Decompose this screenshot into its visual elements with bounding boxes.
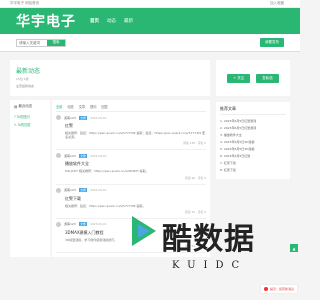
post-date: 2023-04-01	[90, 222, 107, 227]
watermark-sub: KUIDC	[172, 260, 248, 271]
article-link[interactable]: 4. 2023年6月5日3D建模	[220, 140, 286, 144]
question-icon: ?	[14, 115, 16, 119]
feed-post: 游客123 文章 2023-04-01 红警 相关推荐：链接：https://p…	[56, 112, 206, 151]
profile-title: 最新动态	[16, 68, 41, 75]
tab-answers[interactable]: 回答	[102, 104, 108, 109]
article-link[interactable]: 3. 播放软件大全	[220, 133, 286, 137]
post-title[interactable]: 播放软件大全	[65, 161, 206, 167]
nav-home[interactable]: 首页	[90, 18, 99, 24]
post-date: 2023-04-01	[90, 188, 107, 193]
post-date: 2023-04-01	[90, 115, 107, 120]
post-author[interactable]: 游客123	[64, 154, 76, 158]
post-author[interactable]: 游客123	[64, 222, 76, 226]
list-icon: ▤	[14, 104, 18, 109]
avatar[interactable]	[56, 153, 61, 159]
post-author[interactable]: 游客123	[64, 188, 76, 192]
tab-questions[interactable]: 提问	[90, 104, 96, 109]
post-title[interactable]: 红警下载	[65, 196, 206, 202]
post-tag: 文章	[78, 153, 88, 158]
avatar[interactable]	[56, 187, 61, 193]
search-bar: 搜索 我要发布	[0, 34, 300, 52]
articles-title: 推荐文章	[220, 106, 286, 115]
search-box: 搜索	[16, 38, 66, 47]
post-title[interactable]: 红警	[65, 123, 206, 129]
topbar-left-link[interactable]: 华宇电子 网站首页	[10, 1, 39, 6]
watermark-text: 酷数据	[162, 222, 255, 257]
post-body: 相关推荐：链接：https://pan.quark.cn/s/57774f4 提…	[65, 131, 206, 140]
search-input[interactable]	[17, 39, 47, 46]
follow-button[interactable]: + 关注	[227, 73, 251, 83]
side-item-answers[interactable]: ✎ Ta的回答	[14, 122, 46, 127]
favorite-link[interactable]: 加入收藏	[270, 1, 284, 6]
side-menu-title: 最近动态	[18, 104, 33, 108]
post-stats: 阅读 98 · 评论 0	[185, 175, 206, 180]
notice-text: 提示：您有新消息	[269, 287, 294, 291]
search-button[interactable]: 搜索	[47, 39, 65, 46]
profile-card: 最新动态 15位 1篇 主页最新动态	[10, 60, 210, 96]
side-menu-head: ▤ 最近动态	[14, 104, 46, 109]
side-item-label: Ta的回答	[17, 123, 31, 127]
watermark-logo-icon	[132, 216, 156, 246]
arrow-up-icon: ▲	[292, 245, 296, 251]
post-tag: 文章	[78, 115, 88, 120]
avatar[interactable]	[56, 115, 61, 120]
post-date: 2023-04-01	[90, 153, 107, 158]
post-meta: 游客123 文章 2023-04-01	[56, 187, 206, 193]
article-link[interactable]: 7. 红警下载	[220, 161, 286, 165]
profile-actions: + 关注 发私信	[216, 60, 290, 96]
site-logo[interactable]: 华宇电子	[16, 11, 76, 31]
post-body: 相关推荐：链接：https://pan.quark.cn/s/57774f4 提…	[65, 203, 146, 208]
post-body: DSLJCDT 相关推荐：https://pan.quark.cn/s/9846…	[65, 169, 149, 174]
article-link[interactable]: 8. 红警下载	[220, 168, 286, 172]
post-meta: 游客123 文章 2023-04-01	[56, 153, 206, 159]
site-header: 华宇电子 首页 动态 最新	[0, 8, 300, 34]
profile-desc: 主页最新动态	[16, 84, 35, 88]
feed-post: 游客123 文章 2023-04-01 播放软件大全 DSLJCDT 相关推荐：…	[56, 150, 206, 185]
profile-stats: 15位 1篇	[16, 77, 29, 81]
article-link[interactable]: 2. 2023年6月5日红警游戏	[220, 126, 286, 130]
article-link[interactable]: 6. 2023年6月5日红警	[220, 154, 286, 158]
publish-button[interactable]: 我要发布	[260, 38, 284, 47]
post-author[interactable]: 游客123	[64, 116, 76, 120]
main-nav: 首页 动态 最新	[90, 18, 141, 24]
nav-feed[interactable]: 动态	[107, 18, 116, 24]
post-stats: 阅读 136 · 评论 0	[183, 141, 206, 146]
notice-popup[interactable]: 提示：您有新消息	[259, 284, 298, 294]
message-button[interactable]: 发私信	[256, 73, 279, 83]
avatar[interactable]	[56, 221, 61, 227]
side-item-questions[interactable]: ? Ta的提问	[14, 114, 46, 119]
feed-tabs: 全部 动态 文章 提问 回答	[56, 104, 206, 112]
side-item-label: Ta的提问	[16, 115, 30, 119]
alert-dot-icon	[263, 287, 268, 291]
post-tag: 文章	[78, 188, 88, 193]
article-link[interactable]: 1. 2023年6月5日红警游戏	[220, 119, 286, 123]
tab-articles[interactable]: 文章	[79, 104, 85, 109]
recommended-articles: 推荐文章 1. 2023年6月5日红警游戏 2. 2023年6月5日红警游戏 3…	[216, 102, 290, 179]
post-meta: 游客123 文章 2023-04-01	[56, 115, 206, 120]
top-bar: 华宇电子 网站首页 加入收藏	[0, 0, 300, 8]
answer-icon: ✎	[14, 123, 17, 127]
post-tag: 文章	[78, 222, 88, 227]
tab-feed[interactable]: 动态	[67, 104, 73, 109]
article-link[interactable]: 5. 2023年6月5日3D建模	[220, 147, 286, 151]
side-menu: ▤ 最近动态 ? Ta的提问 ✎ Ta的回答	[10, 100, 50, 258]
back-to-top-button[interactable]: ▲	[290, 244, 298, 252]
nav-latest[interactable]: 最新	[124, 18, 133, 24]
tab-all[interactable]: 全部	[56, 104, 62, 109]
